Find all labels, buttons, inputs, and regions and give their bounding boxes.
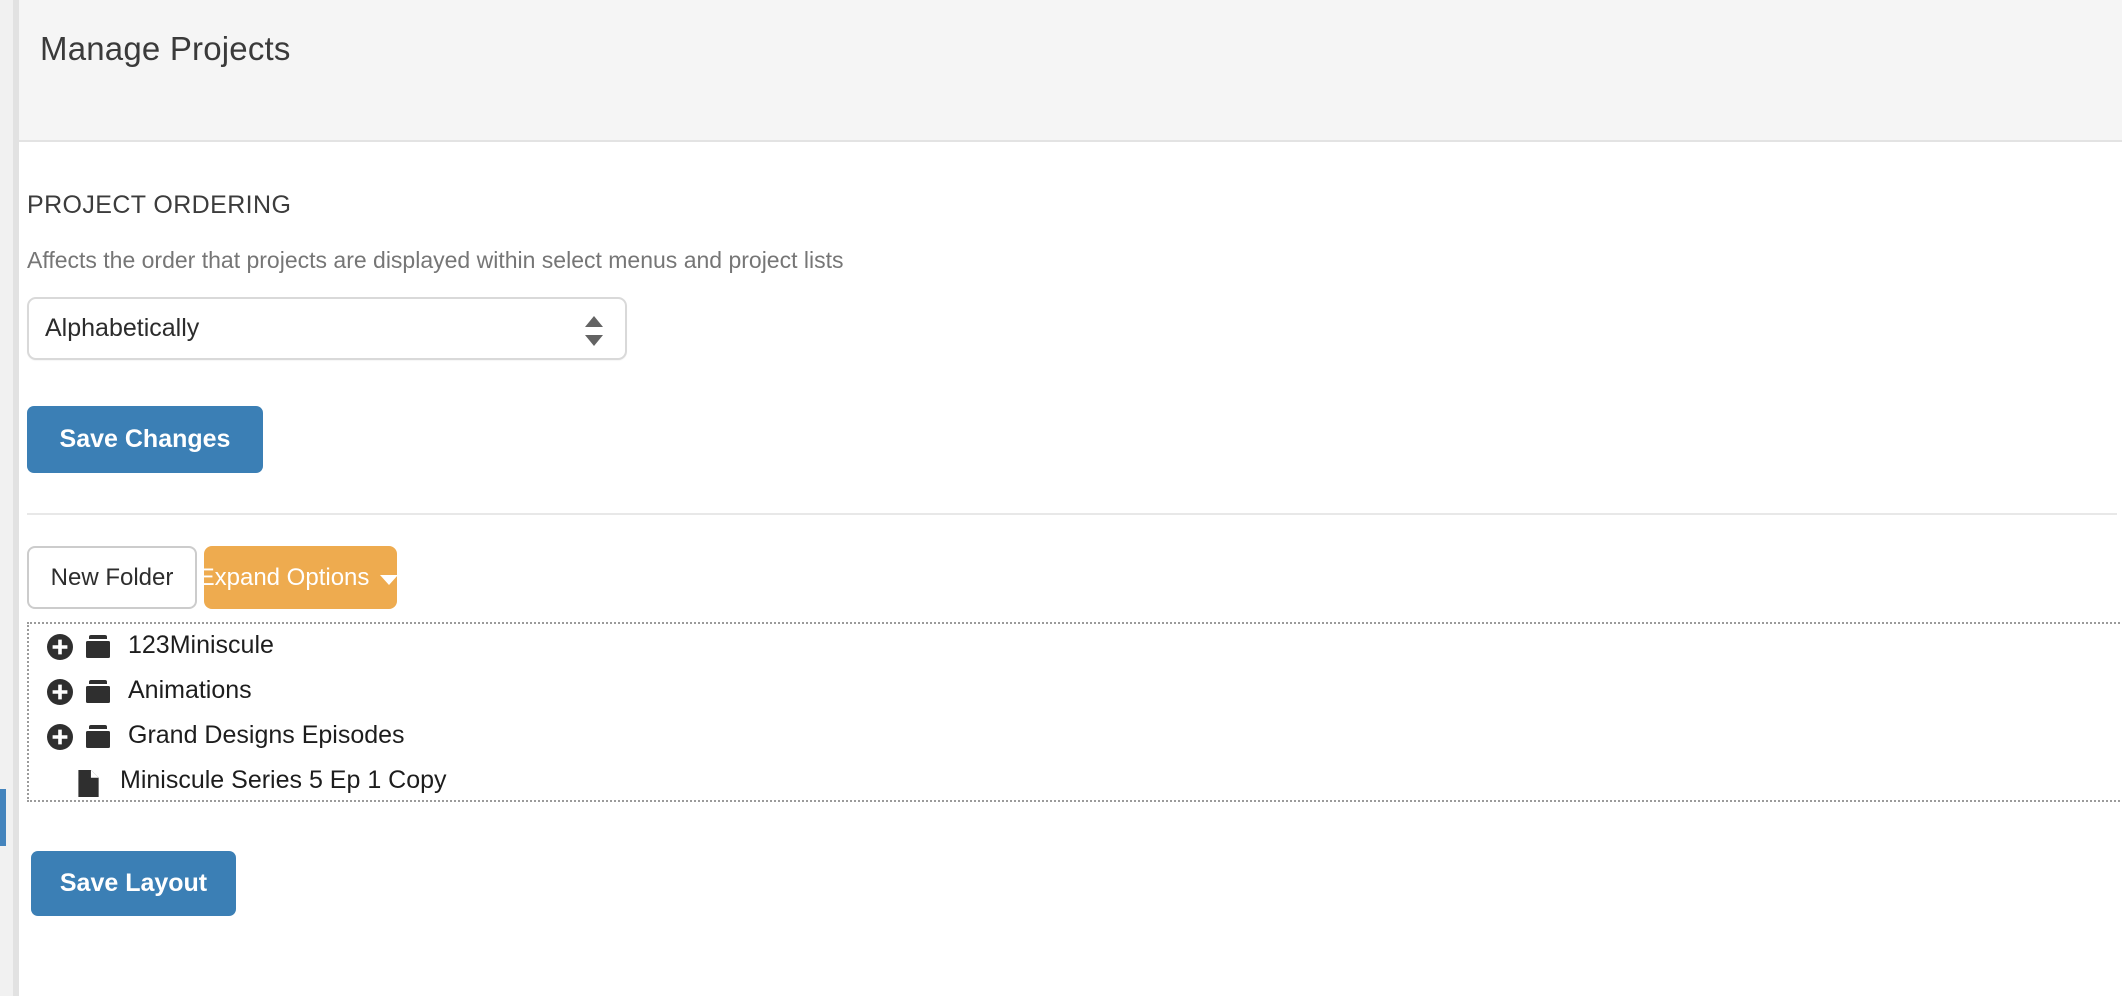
left-gutter [0, 0, 13, 996]
tree-node-label: Animations [128, 676, 252, 704]
content-panel: Manage Projects PROJECT ORDERING Affects… [19, 0, 2122, 996]
plus-circle-icon[interactable] [47, 678, 73, 705]
tree-node-label: Grand Designs Episodes [128, 721, 405, 749]
plus-circle-icon[interactable] [47, 633, 73, 660]
tree-node-label: Miniscule Series 5 Ep 1 Copy [120, 766, 447, 794]
chevron-down-icon [380, 574, 399, 585]
save-layout-button[interactable]: Save Layout [31, 851, 236, 916]
folder-icon [86, 679, 116, 706]
expand-options-label: Expand Options [198, 563, 370, 591]
folder-icon [86, 724, 116, 751]
project-ordering-description: Affects the order that projects are disp… [27, 247, 844, 273]
tree-node-label: 123Miniscule [128, 631, 274, 659]
panel-body: PROJECT ORDERING Affects the order that … [19, 144, 2122, 996]
tree-row[interactable]: Miniscule Series 5 Ep 1 Copy [29, 759, 2122, 804]
plus-circle-icon[interactable] [47, 723, 73, 750]
save-changes-button[interactable]: Save Changes [27, 406, 263, 473]
folder-icon [86, 634, 116, 661]
project-ordering-heading: PROJECT ORDERING [27, 191, 292, 219]
new-folder-button[interactable]: New Folder [27, 546, 197, 609]
section-divider [27, 513, 2117, 515]
page-title: Manage Projects [40, 30, 291, 67]
tree-row[interactable]: Grand Designs Episodes [29, 714, 2122, 759]
select-stepper-arrows-icon [585, 314, 603, 348]
project-ordering-select-value: Alphabetically [45, 314, 200, 342]
panel-header: Manage Projects [19, 0, 2122, 142]
file-icon [78, 769, 108, 797]
tree-row[interactable]: Animations [29, 669, 2122, 714]
left-accent-bar [0, 789, 6, 846]
project-tree: 123Miniscule Animations Grand Designs Epis… [27, 622, 2122, 802]
expand-options-button[interactable]: Expand Options [199, 546, 399, 609]
project-ordering-select[interactable]: Alphabetically [27, 297, 627, 360]
manage-projects-page: Manage Projects PROJECT ORDERING Affects… [0, 0, 2122, 996]
tree-row[interactable]: 123Miniscule [29, 624, 2122, 669]
